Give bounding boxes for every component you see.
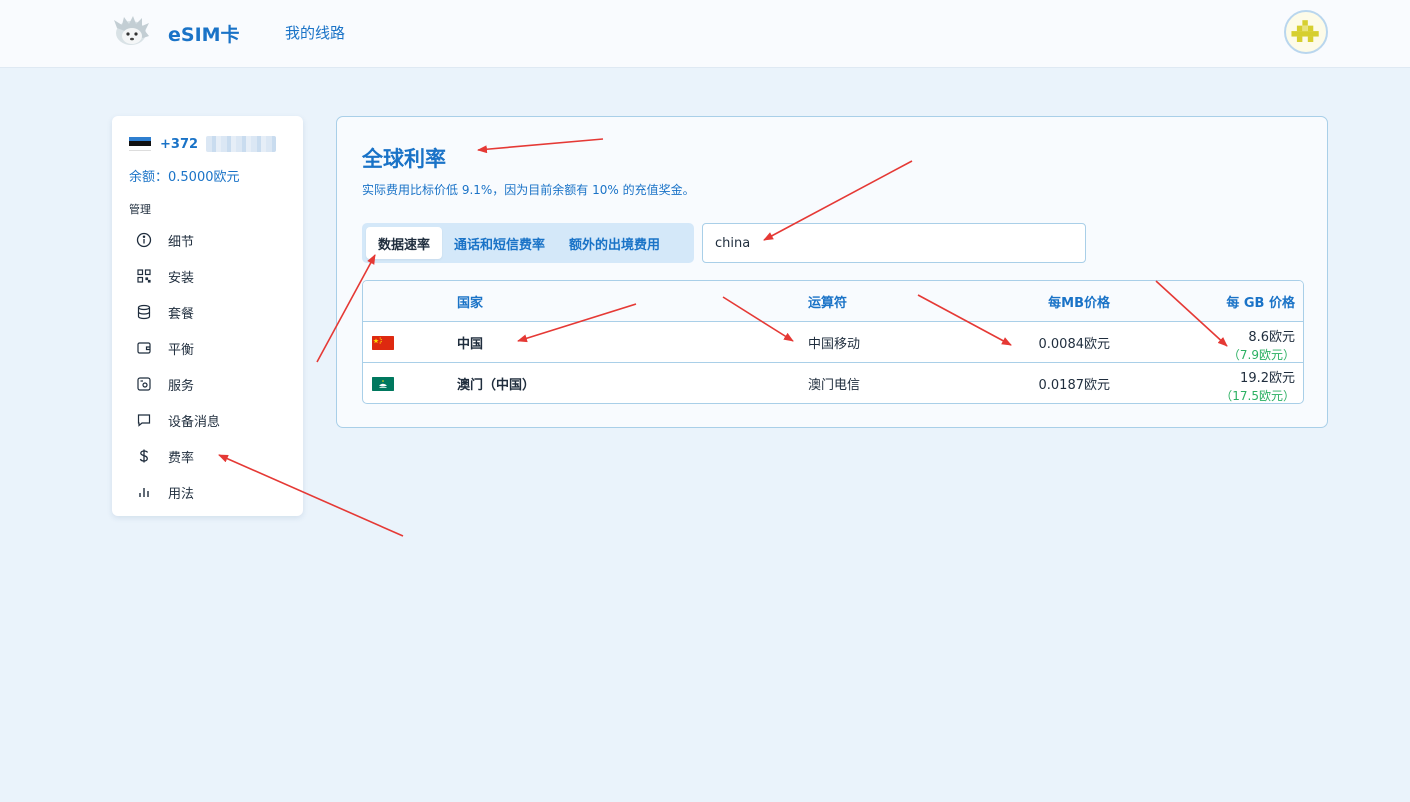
discounted-price-per-gb: （17.5欧元） <box>1220 389 1295 403</box>
rates-card: 全球利率 实际费用比标价低 9.1%，因为目前余额有 10% 的充值奖金。 数据… <box>336 116 1328 428</box>
discount-note: 实际费用比标价低 9.1%，因为目前余额有 10% 的充值奖金。 <box>362 183 695 197</box>
table-header-row: 国家 运算符 每MB价格 每 GB 价格 <box>363 281 1303 322</box>
rate-tabs: 数据速率 通话和短信费率 额外的出境费用 <box>362 223 694 263</box>
phone-number-row: +372 <box>129 136 277 152</box>
country-name: 澳门（中国） <box>457 378 536 393</box>
tab-extra-roaming-fees[interactable]: 额外的出境费用 <box>557 227 672 259</box>
sidebar-item-plans[interactable]: 套餐 <box>112 294 303 330</box>
sidebar-item-label: 费率 <box>168 450 195 466</box>
sidebar-item-label: 平衡 <box>168 342 195 358</box>
service-icon <box>137 377 151 391</box>
sidebar-item-balance[interactable]: 平衡 <box>112 330 303 366</box>
section-label-manage: 管理 <box>129 203 151 216</box>
redacted-number <box>206 136 277 152</box>
price-per-mb: 0.0084欧元 <box>1038 337 1111 352</box>
identicon-pattern-icon <box>1291 20 1319 42</box>
brand-name[interactable]: eSIM卡 <box>168 20 240 47</box>
phone-prefix: +372 <box>160 136 199 152</box>
page-title: 全球利率 <box>362 147 446 171</box>
qr-code-icon <box>137 269 151 283</box>
sidebar-item-label: 设备消息 <box>168 414 221 430</box>
sidebar-item-device-messages[interactable]: 设备消息 <box>112 402 303 438</box>
header-price-per-gb[interactable]: 每 GB 价格 <box>1226 281 1295 322</box>
flag-cell <box>372 322 394 363</box>
dollar-icon <box>139 449 149 463</box>
sidebar-item-details[interactable]: 细节 <box>112 222 303 258</box>
price-per-gb-cell: 8.6欧元 （7.9欧元） <box>1228 322 1295 363</box>
country-search-input[interactable] <box>702 223 1086 263</box>
info-icon <box>136 232 152 248</box>
tab-data-rates[interactable]: 数据速率 <box>366 227 443 259</box>
china-flag-icon <box>372 335 394 350</box>
sidebar: +372 余额：0.5000欧元 管理 细节 安装 套餐 平衡 服务 设备消息 <box>112 116 303 516</box>
balance-text: 余额：0.5000欧元 <box>129 170 240 185</box>
sidebar-item-label: 安装 <box>168 270 195 286</box>
price-per-mb: 0.0187欧元 <box>1038 378 1111 393</box>
flag-cell <box>372 363 394 403</box>
hedgehog-logo-icon[interactable] <box>112 14 150 48</box>
macau-flag-icon <box>372 376 394 391</box>
nav-my-lines[interactable]: 我的线路 <box>285 22 345 43</box>
operator-name: 澳门电信 <box>808 378 861 393</box>
sidebar-menu: 细节 安装 套餐 平衡 服务 设备消息 费率 用法 <box>112 222 303 510</box>
estonia-flag-icon <box>129 137 151 151</box>
sidebar-item-install[interactable]: 安装 <box>112 258 303 294</box>
sidebar-item-label: 套餐 <box>168 306 195 322</box>
sidebar-item-label: 服务 <box>168 378 195 394</box>
sidebar-item-usage[interactable]: 用法 <box>112 474 303 510</box>
sidebar-item-label: 细节 <box>168 234 195 250</box>
header-price-per-mb[interactable]: 每MB价格 <box>1048 281 1110 322</box>
sidebar-item-rates[interactable]: 费率 <box>112 438 303 474</box>
message-icon <box>137 414 151 427</box>
header-country[interactable]: 国家 <box>457 281 483 322</box>
price-per-gb: 8.6欧元 <box>1248 330 1295 345</box>
rates-table: 国家 运算符 每MB价格 每 GB 价格 中国 中国移动 0.0084欧元 8.… <box>362 280 1304 404</box>
bar-chart-icon <box>139 488 149 497</box>
sidebar-item-label: 用法 <box>168 486 195 502</box>
identicon-avatar[interactable] <box>1284 10 1328 54</box>
wallet-icon <box>137 342 151 354</box>
sidebar-item-services[interactable]: 服务 <box>112 366 303 402</box>
header-operator[interactable]: 运算符 <box>808 281 847 322</box>
table-row[interactable]: 澳门（中国） 澳门电信 0.0187欧元 19.2欧元 （17.5欧元） <box>363 363 1303 403</box>
top-navbar: eSIM卡 我的线路 <box>0 0 1410 68</box>
country-name: 中国 <box>457 337 484 352</box>
tab-call-sms-rates[interactable]: 通话和短信费率 <box>442 227 557 259</box>
price-per-gb-cell: 19.2欧元 （17.5欧元） <box>1220 363 1295 403</box>
database-icon <box>137 304 151 320</box>
price-per-gb: 19.2欧元 <box>1240 371 1295 386</box>
discounted-price-per-gb: （7.9欧元） <box>1227 348 1295 362</box>
operator-name: 中国移动 <box>808 337 861 352</box>
table-row[interactable]: 中国 中国移动 0.0084欧元 8.6欧元 （7.9欧元） <box>363 322 1303 363</box>
